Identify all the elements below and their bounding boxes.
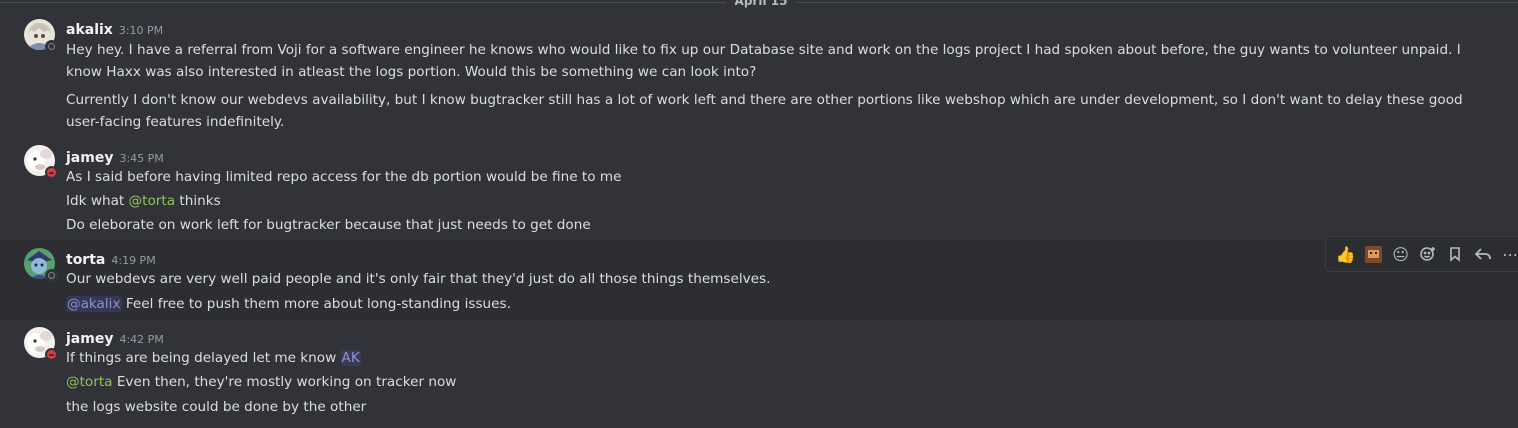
message-text: Hey hey. I have a referral from Voji for…: [66, 42, 1461, 80]
message-text: Currently I don't know our webdevs avail…: [66, 92, 1463, 130]
username[interactable]: jamey: [66, 331, 113, 347]
day-divider-label: April 15: [726, 0, 796, 8]
status-offline-icon: [45, 40, 58, 53]
message-text-part: thinks: [175, 193, 221, 209]
status-dnd-icon: [45, 348, 58, 361]
message-text-part: Even then, they're mostly working on tra…: [112, 374, 457, 390]
thumbs-up-reaction-icon[interactable]: 👍: [1332, 240, 1359, 268]
avatar[interactable]: [24, 327, 58, 361]
more-options-icon[interactable]: ⋯: [1497, 240, 1518, 268]
day-divider: April 15: [0, 0, 1518, 8]
message-text-part: Idk what: [66, 193, 129, 209]
message-header: torta 4:19 PM: [66, 249, 156, 268]
bookmark-icon[interactable]: [1442, 240, 1469, 268]
message-group-jamey: jamey 3:45 PM As I said before having lim…: [0, 138, 1518, 238]
chat-messages: April 15 akalix 3:10 PM Hey hey. I have a…: [0, 0, 1518, 428]
message-group-akalix: akalix 3:10 PM Hey hey. I have a referral…: [0, 12, 1518, 138]
message-header: jamey 3:45 PM: [66, 147, 164, 166]
message-text: As I said before having limited repo acc…: [66, 169, 622, 185]
username[interactable]: akalix: [66, 22, 113, 38]
message-text: @torta Even then, they're mostly working…: [66, 371, 1494, 393]
reply-icon[interactable]: [1469, 240, 1496, 268]
neutral-face-reaction-icon[interactable]: 😐: [1387, 240, 1414, 268]
message-text: Idk what @torta thinks: [66, 190, 1494, 212]
message-text: the logs website could be done by the ot…: [66, 399, 367, 415]
timestamp[interactable]: 3:10 PM: [119, 24, 163, 37]
user-mention[interactable]: @akalix: [66, 296, 122, 312]
avatar[interactable]: [24, 145, 58, 179]
role-mention[interactable]: AK: [340, 350, 361, 366]
avatar[interactable]: [24, 248, 58, 282]
custom-emoji-reaction-icon[interactable]: [1359, 240, 1386, 268]
timestamp[interactable]: 3:45 PM: [119, 152, 163, 165]
username[interactable]: torta: [66, 252, 105, 268]
timestamp[interactable]: 4:42 PM: [119, 333, 163, 346]
timestamp[interactable]: 4:19 PM: [111, 254, 155, 267]
status-dnd-icon: [45, 166, 58, 179]
add-reaction-icon[interactable]: [1414, 240, 1441, 268]
username[interactable]: jamey: [66, 150, 113, 166]
message-header: jamey 4:42 PM: [66, 328, 164, 347]
avatar[interactable]: [24, 19, 58, 53]
user-mention[interactable]: @torta: [66, 374, 113, 390]
message-group-torta: torta 4:19 PM Our webdevs are very well p…: [0, 240, 1518, 320]
message-text-part: If things are being delayed let me know: [66, 350, 341, 366]
message-header: akalix 3:10 PM: [66, 19, 163, 38]
message-text: Do eleborate on work left for bugtracker…: [66, 217, 591, 233]
message-text: If things are being delayed let me know …: [66, 347, 1494, 369]
status-offline-icon: [45, 269, 58, 282]
message-text: @akalix Feel free to push them more abou…: [66, 293, 1494, 315]
message-text: Our webdevs are very well paid people an…: [66, 271, 771, 287]
message-group-jamey: jamey 4:42 PM If things are being delayed…: [0, 320, 1518, 428]
message-actions-toolbar: 👍 😐 ⋯: [1325, 236, 1518, 272]
user-mention[interactable]: @torta: [129, 193, 176, 209]
message-text-part: Feel free to push them more about long-s…: [121, 296, 511, 312]
